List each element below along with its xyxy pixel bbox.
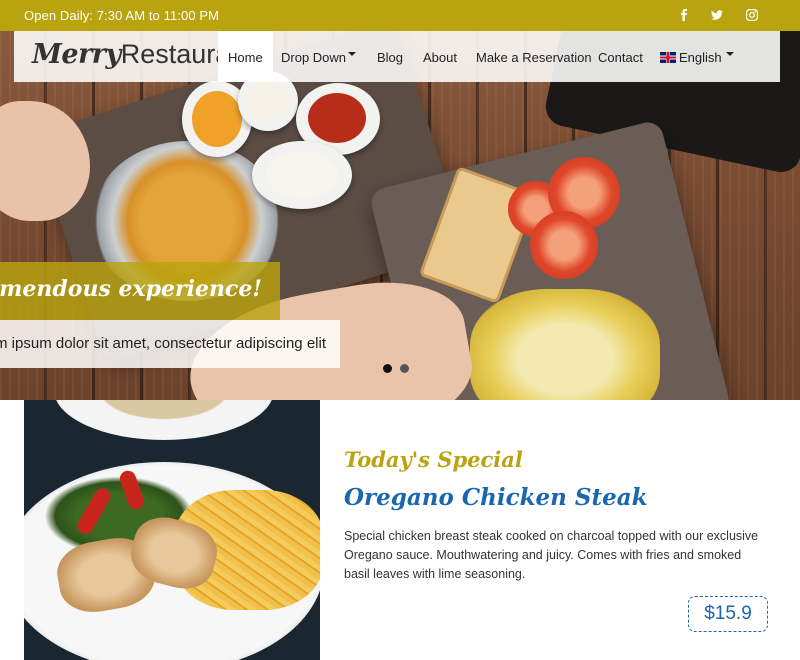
slide-caption-text-box: m ipsum dolor sit amet, consectetur adip…	[0, 320, 340, 368]
special-dish-name: Oregano Chicken Steak	[344, 484, 648, 511]
nav-item-home[interactable]: Home	[218, 31, 273, 82]
slide-caption-title-box: ve a tremendous experience!	[0, 262, 280, 320]
slider-dot[interactable]	[400, 364, 409, 373]
logo-merry-text: Merry	[32, 39, 121, 70]
special-description: Special chicken breast steak cooked on c…	[344, 529, 759, 581]
special-heading: Today's Special	[344, 447, 523, 472]
opening-hours: Open Daily: 7:30 AM to 11:00 PM	[24, 8, 220, 23]
nav-item-label: Drop Down	[281, 50, 347, 65]
nav-item-contact[interactable]: Contact	[598, 50, 643, 65]
language-selector[interactable]: English	[660, 50, 734, 65]
background-plate-image	[54, 400, 274, 440]
nav-item-about[interactable]: About	[423, 50, 457, 65]
scrambled-eggs-image	[470, 289, 660, 400]
tomato-slice-image	[530, 211, 598, 279]
uk-flag-icon	[660, 52, 676, 63]
twitter-icon[interactable]	[709, 7, 725, 23]
chevron-down-icon	[348, 52, 356, 56]
facebook-icon[interactable]	[676, 7, 692, 23]
top-info-bar: Open Daily: 7:30 AM to 11:00 PM	[0, 0, 800, 31]
nav-item-drop-down[interactable]: Drop Down	[281, 50, 356, 65]
hero-slider: ve a tremendous experience! m ipsum dolo…	[0, 31, 800, 400]
main-navbar: MerryRestaurant Home Drop Down Blog Abou…	[14, 31, 780, 82]
slide-caption-title: ve a tremendous experience!	[0, 276, 262, 302]
instagram-icon[interactable]	[744, 7, 760, 23]
dip-bowl-image	[252, 141, 352, 209]
special-dish-image	[24, 400, 320, 660]
slide-caption-text: m ipsum dolor sit amet, consectetur adip…	[0, 335, 326, 352]
nav-item-blog[interactable]: Blog	[377, 50, 403, 65]
nav-item-make-a-reservation[interactable]: Make a Reservation	[476, 50, 592, 65]
chevron-down-icon	[726, 52, 734, 56]
language-label: English	[679, 50, 722, 65]
slider-dot-active[interactable]	[383, 364, 392, 373]
price-badge: $15.9	[688, 596, 768, 632]
